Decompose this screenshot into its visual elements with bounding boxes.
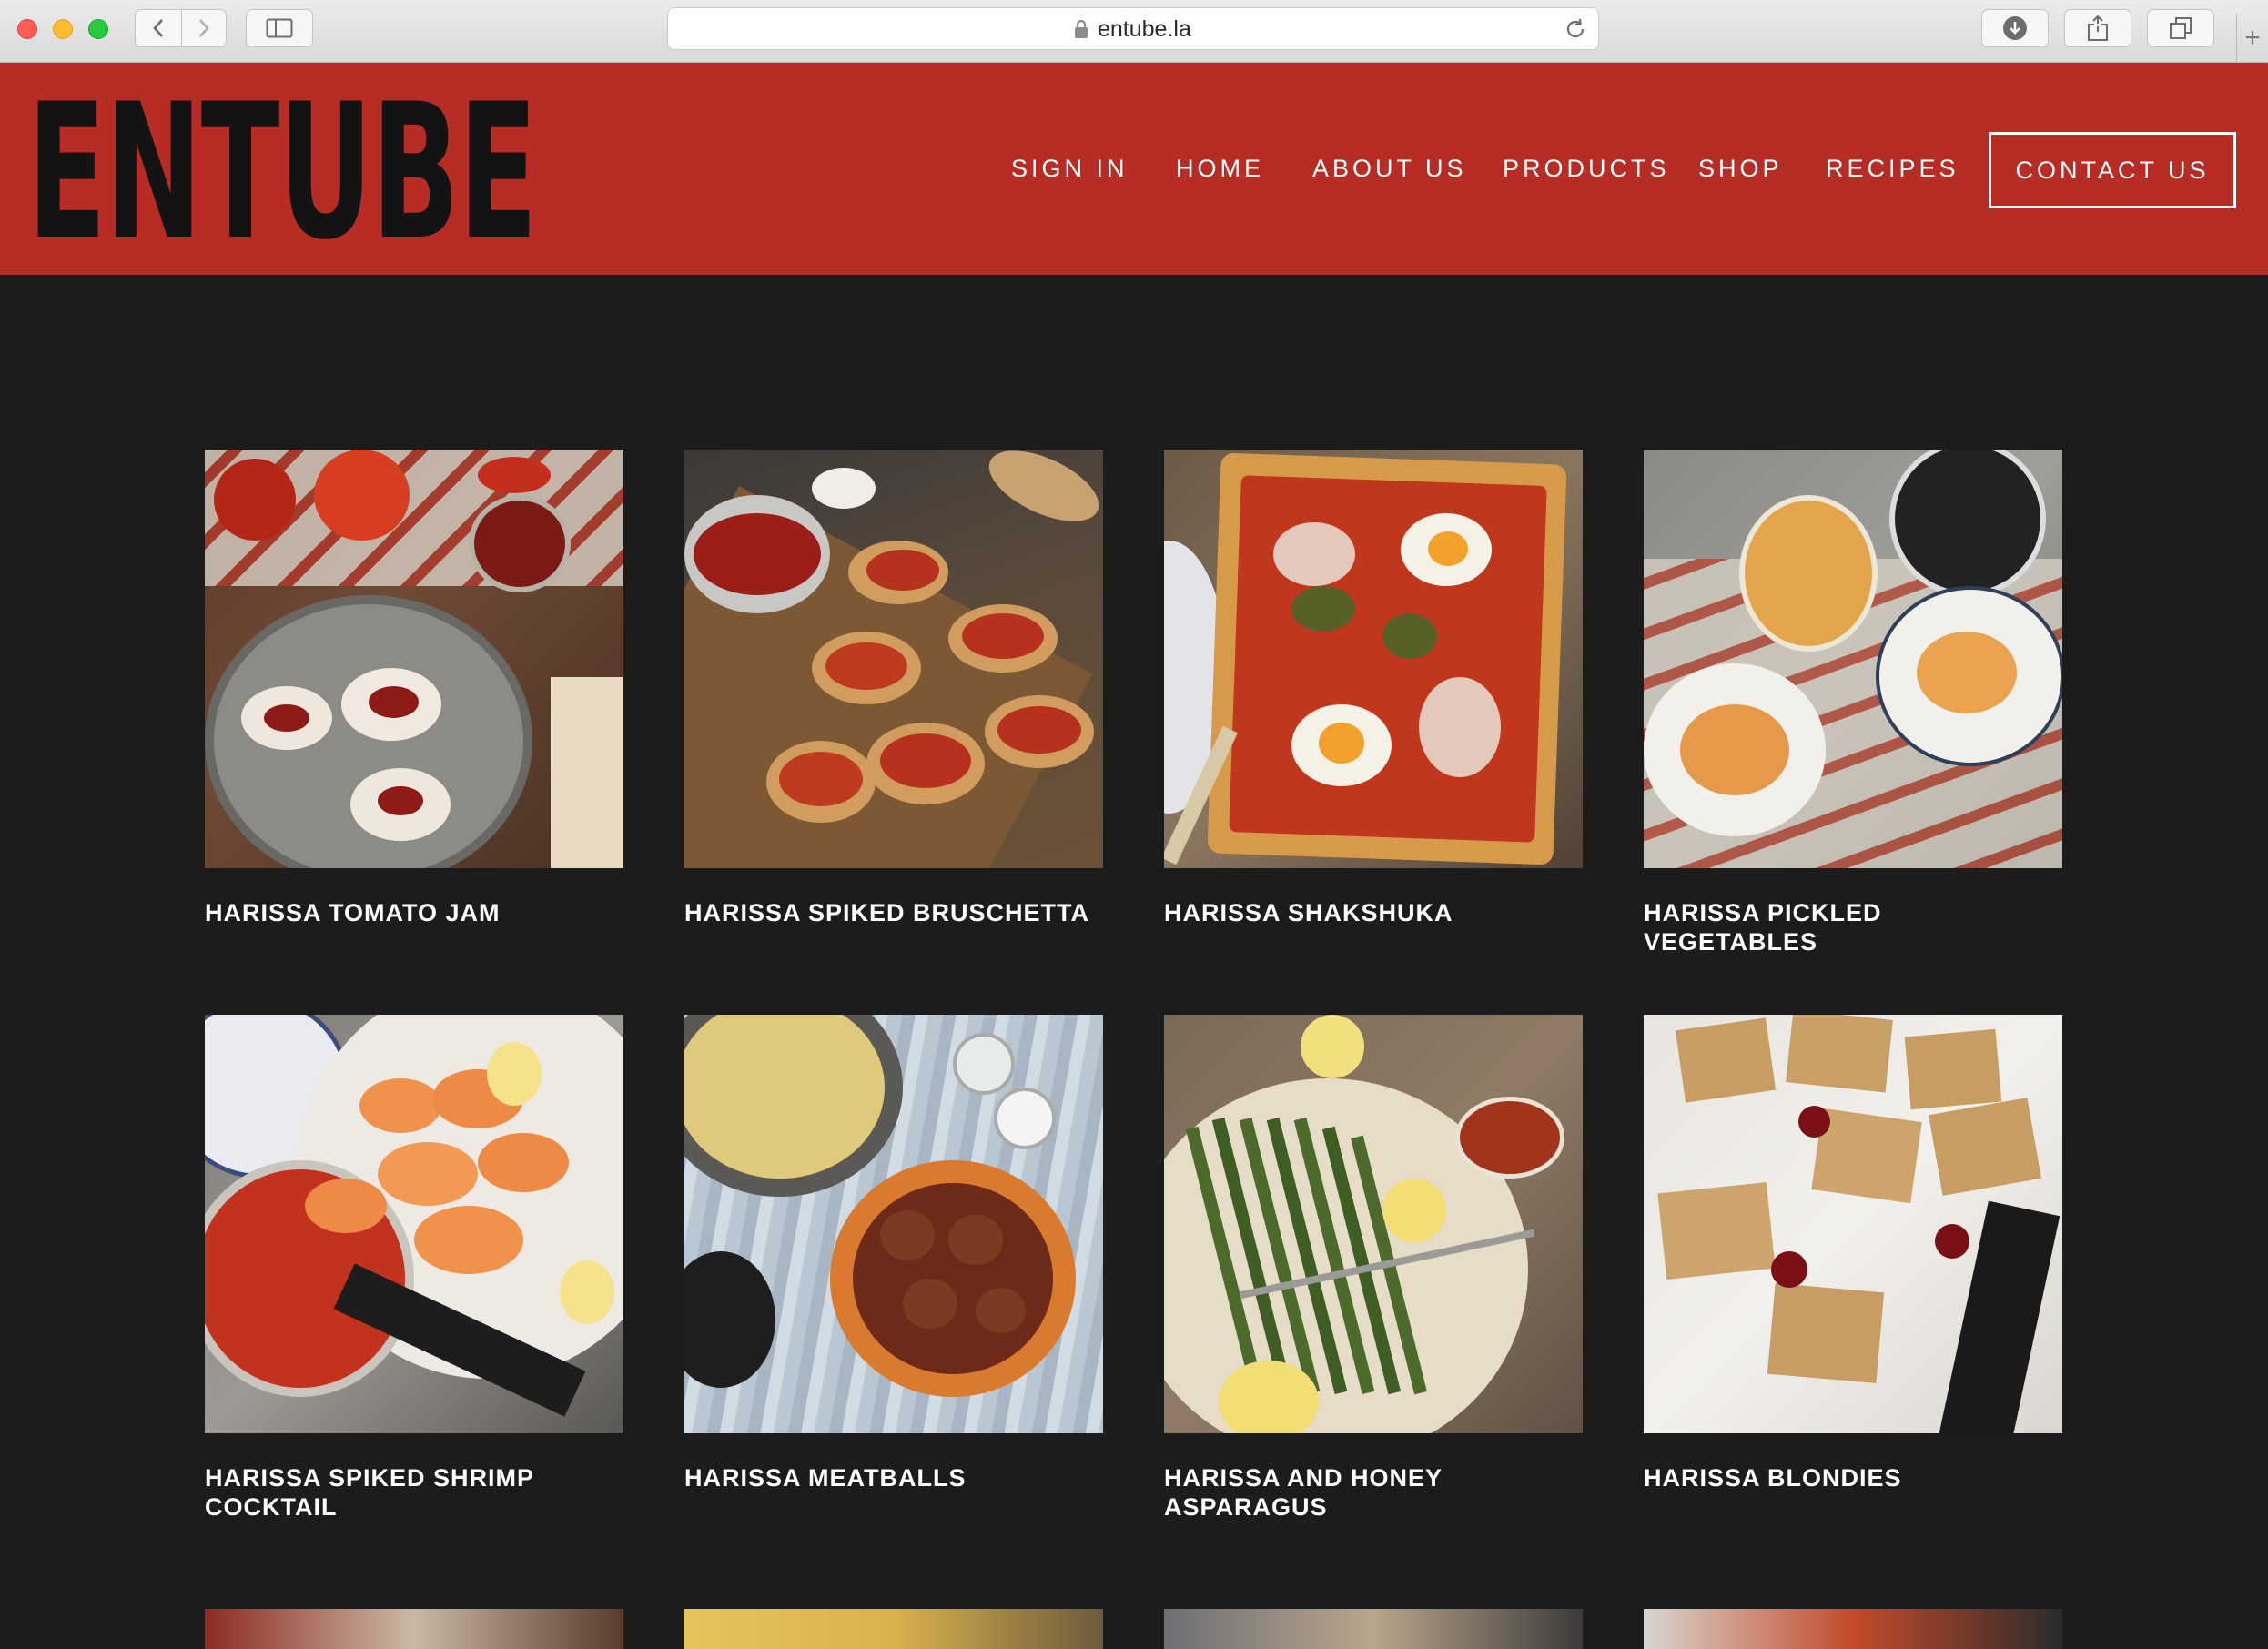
recipe-image[interactable] (1644, 1609, 2062, 1649)
recipe-title[interactable]: HARISSA AND HONEY ASPARAGUS (1164, 1463, 1583, 1522)
lock-icon (1075, 20, 1088, 38)
nav-home[interactable]: HOME (1176, 155, 1264, 183)
forward-button[interactable] (181, 9, 227, 47)
recipe-card[interactable]: HARISSA TOMATO JAM (205, 450, 623, 927)
recipe-image[interactable] (205, 1609, 623, 1649)
minimize-window-button[interactable] (53, 19, 73, 39)
zoom-window-button[interactable] (88, 19, 108, 39)
recipe-image-tomato-jam[interactable] (205, 450, 623, 868)
recipe-image-shakshuka[interactable] (1164, 450, 1583, 868)
recipe-title[interactable]: HARISSA SHAKSHUKA (1164, 898, 1583, 927)
new-tab-button[interactable]: + (2236, 13, 2268, 63)
contact-us-label: CONTACT US (2015, 156, 2210, 184)
recipe-card[interactable]: HARISSA SHAKSHUKA (1164, 450, 1583, 927)
recipe-image-meatballs[interactable] (684, 1015, 1103, 1433)
recipe-card[interactable]: HARISSA SPIKED BRUSCHETTA (684, 450, 1103, 927)
recipe-image-blondies[interactable] (1644, 1015, 2062, 1433)
reload-icon[interactable] (1564, 17, 1587, 41)
recipe-image-pickled-vegetables[interactable] (1644, 450, 2062, 868)
recipe-card[interactable]: HARISSA BLONDIES (1644, 1015, 2062, 1492)
recipe-title[interactable]: HARISSA SPIKED SHRIMP COCKTAIL (205, 1463, 623, 1522)
share-button[interactable] (2064, 9, 2131, 47)
close-window-button[interactable] (17, 19, 37, 39)
recipe-title[interactable]: HARISSA BLONDIES (1644, 1463, 2062, 1492)
address-bar[interactable]: entube.la (667, 7, 1599, 50)
chevron-right-icon (199, 19, 209, 37)
download-icon (2003, 16, 2027, 40)
site-header: ENTUBE SIGN IN HOME ABOUT US PRODUCTS SH… (0, 63, 2268, 275)
recipe-card[interactable] (205, 1609, 623, 1649)
recipe-image-shrimp-cocktail[interactable] (205, 1015, 623, 1433)
nav-shop[interactable]: SHOP (1698, 155, 1783, 183)
recipe-card[interactable]: HARISSA MEATBALLS (684, 1015, 1103, 1492)
back-button[interactable] (135, 9, 182, 47)
plus-icon: + (2244, 22, 2261, 53)
recipe-card[interactable]: HARISSA PICKLED VEGETABLES (1644, 450, 2062, 956)
recipe-card[interactable] (1644, 1609, 2062, 1649)
nav-about-us[interactable]: ABOUT US (1312, 155, 1467, 183)
recipe-title[interactable]: HARISSA SPIKED BRUSCHETTA (684, 898, 1103, 927)
sidebar-icon (266, 18, 293, 38)
recipe-image-asparagus[interactable] (1164, 1015, 1583, 1433)
nav-sign-in[interactable]: SIGN IN (1011, 155, 1129, 183)
nav-products[interactable]: PRODUCTS (1503, 155, 1670, 183)
address-text: entube.la (1098, 16, 1191, 42)
recipe-card[interactable] (684, 1609, 1103, 1649)
contact-us-button[interactable]: CONTACT US (1989, 132, 2236, 208)
nav-recipes[interactable]: RECIPES (1826, 155, 1959, 183)
recipe-title[interactable]: HARISSA MEATBALLS (684, 1463, 1103, 1492)
recipe-card[interactable]: HARISSA SPIKED SHRIMP COCKTAIL (205, 1015, 623, 1522)
chevron-left-icon (153, 19, 163, 37)
recipe-image[interactable] (684, 1609, 1103, 1649)
recipe-image[interactable] (1164, 1609, 1583, 1649)
share-icon (2088, 15, 2108, 41)
tab-overview-button[interactable] (2147, 9, 2214, 47)
recipe-grid: HARISSA TOMATO JAM HARISSA SPIKED BRUSCH… (0, 275, 2268, 1649)
recipe-card[interactable] (1164, 1609, 1583, 1649)
recipe-image-bruschetta[interactable] (684, 450, 1103, 868)
recipe-title[interactable]: HARISSA PICKLED VEGETABLES (1644, 898, 2062, 956)
recipe-title[interactable]: HARISSA TOMATO JAM (205, 898, 623, 927)
downloads-button[interactable] (1981, 9, 2049, 47)
tabs-icon (2170, 17, 2192, 39)
entube-logo[interactable]: ENTUBE (27, 80, 538, 267)
browser-toolbar: entube.la + (0, 0, 2268, 63)
recipe-card[interactable]: HARISSA AND HONEY ASPARAGUS (1164, 1015, 1583, 1522)
sidebar-toggle-button[interactable] (246, 9, 313, 47)
